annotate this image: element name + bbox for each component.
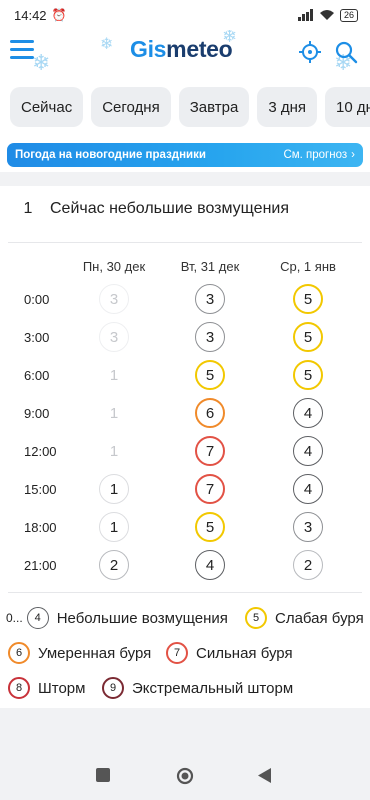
kp-value: 1 xyxy=(99,474,129,504)
kp-value: 1 xyxy=(99,512,129,542)
row-time: 9:00 xyxy=(24,406,50,421)
divider xyxy=(8,242,362,243)
kp-value: 1 xyxy=(109,366,119,384)
kp-value: 6 xyxy=(195,398,225,428)
kp-value: 1 xyxy=(109,442,119,460)
kp-value: 3 xyxy=(195,284,225,314)
legend-label: Шторм xyxy=(38,679,86,697)
row-time: 0:00 xyxy=(24,292,50,307)
tab-3-days[interactable]: 3 дня xyxy=(257,87,317,127)
kp-value: 1 xyxy=(109,404,119,422)
kp-value: 2 xyxy=(293,550,323,580)
kp-value: 4 xyxy=(293,474,323,504)
legend-prefix: 0... xyxy=(6,611,23,625)
tab-now[interactable]: Сейчас xyxy=(10,87,84,127)
geomagnetic-card: 1 Сейчас небольшие возмущения Пн, 30 дек… xyxy=(0,186,370,708)
legend-item: 7 Сильная буря xyxy=(166,642,293,664)
snowflake-icon: ❄ xyxy=(222,30,238,46)
menu-icon-bar xyxy=(10,40,34,43)
kp-value: 3 xyxy=(99,322,129,352)
search-icon[interactable] xyxy=(334,40,358,64)
kp-value: 5 xyxy=(293,284,323,314)
legend-badge: 6 xyxy=(8,642,30,664)
menu-button[interactable] xyxy=(10,40,34,62)
divider xyxy=(8,592,362,593)
battery-icon: 26 xyxy=(339,8,358,22)
row-time: 21:00 xyxy=(24,558,57,573)
kp-value: 2 xyxy=(99,550,129,580)
legend-label: Экстремальный шторм xyxy=(132,679,294,697)
kp-value: 3 xyxy=(293,512,323,542)
system-nav-bar xyxy=(0,752,370,800)
period-tabs: Сейчас Сегодня Завтра 3 дня 10 дней xyxy=(0,76,370,138)
menu-icon-bar xyxy=(10,48,34,51)
tab-tomorrow[interactable]: Завтра xyxy=(178,87,250,127)
row-time: 3:00 xyxy=(24,330,50,345)
snowflake-icon: ❄ xyxy=(32,50,51,75)
legend-badge: 5 xyxy=(245,607,267,629)
kp-value: 5 xyxy=(195,512,225,542)
legend-badge: 9 xyxy=(102,677,124,699)
kp-value: 5 xyxy=(195,360,225,390)
alarm-icon: ⏰ xyxy=(51,8,67,22)
row-time: 15:00 xyxy=(24,482,57,497)
back-icon[interactable] xyxy=(258,768,272,783)
tab-10-days[interactable]: 10 дней xyxy=(325,87,370,127)
legend-label: Сильная буря xyxy=(196,644,293,662)
status-time: 14:42 xyxy=(14,7,47,23)
chevron-right-icon: › xyxy=(351,149,355,161)
holiday-forecast-banner[interactable]: Погода на новогодние праздники См. прогн… xyxy=(7,143,363,167)
legend-item: 8 Шторм xyxy=(8,677,85,699)
legend-item: 0... 4 Небольшие возмущения xyxy=(6,607,228,629)
tab-today[interactable]: Сегодня xyxy=(91,87,171,127)
current-text: Сейчас небольшие возмущения xyxy=(50,200,289,217)
kp-value: 5 xyxy=(293,322,323,352)
current-index: 1 xyxy=(23,200,33,217)
kp-value: 4 xyxy=(293,436,323,466)
kp-value: 7 xyxy=(195,436,225,466)
day-header: Вт, 31 дек xyxy=(180,259,240,274)
kp-value: 4 xyxy=(293,398,323,428)
legend-badge: 8 xyxy=(8,677,30,699)
legend-badge: 4 xyxy=(26,607,49,629)
legend-label: Умеренная буря xyxy=(38,644,152,662)
legend-item: 5 Слабая буря xyxy=(245,607,364,629)
kp-value: 5 xyxy=(293,360,323,390)
banner-link: См. прогноз xyxy=(283,149,348,161)
menu-icon-bar xyxy=(10,56,34,59)
legend-label: Слабая буря xyxy=(275,609,364,627)
day-header: Пн, 30 дек xyxy=(82,259,146,274)
kp-value: 7 xyxy=(195,474,225,504)
legend-label: Небольшие возмущения xyxy=(56,609,228,627)
row-time: 12:00 xyxy=(24,444,57,459)
kp-value: 3 xyxy=(99,284,129,314)
row-time: 18:00 xyxy=(24,520,57,535)
gismeteo-logo[interactable]: Gismeteo xyxy=(130,36,233,63)
day-header: Ср, 1 янв xyxy=(280,259,336,274)
promo-container: Погода на новогодние праздники См. прогн… xyxy=(0,138,370,172)
snowflake-icon: ❄ xyxy=(100,36,114,53)
app-header: ❄ ❄ Gismeteo ❄ ❄ xyxy=(0,30,370,76)
home-icon[interactable] xyxy=(176,767,194,785)
row-time: 6:00 xyxy=(24,368,50,383)
legend-item: 6 Умеренная буря xyxy=(8,642,151,664)
legend-item: 9 Экстремальный шторм xyxy=(102,677,293,699)
kp-value: 4 xyxy=(195,550,225,580)
wifi-icon xyxy=(319,10,334,20)
status-bar: 14:42 ⏰ 26 xyxy=(0,0,370,30)
recent-apps-icon[interactable] xyxy=(96,768,110,782)
legend-badge: 7 xyxy=(166,642,188,664)
kp-value: 3 xyxy=(195,322,225,352)
location-icon[interactable] xyxy=(298,40,322,64)
signal-icon xyxy=(297,9,313,21)
banner-title: Погода на новогодние праздники xyxy=(15,149,206,161)
current-status: 1 Сейчас небольшие возмущения xyxy=(16,200,289,218)
